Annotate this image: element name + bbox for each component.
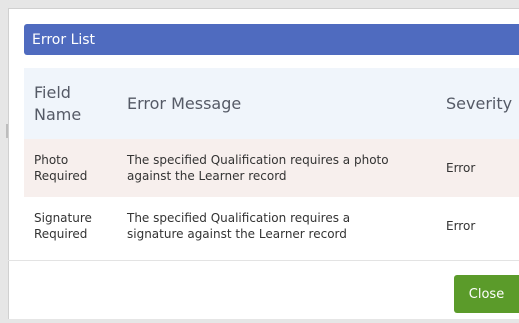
error-message-line1: The specified Qualification requires a (127, 211, 351, 225)
column-header-error-message: Error Message (127, 93, 242, 113)
backdrop-bottom (8, 319, 519, 323)
error-message-cell: The specified Qualification requires a s… (118, 210, 435, 242)
severity-cell: Error (446, 161, 476, 175)
field-name-line1: Signature (34, 211, 92, 225)
backdrop-left (0, 0, 8, 323)
error-message-line2: signature against the Learner record (127, 227, 347, 241)
table-row: Photo Required The specified Qualificati… (24, 139, 519, 197)
close-button[interactable]: Close (454, 275, 519, 313)
table-header-row: Field Name Error Message Severity (24, 68, 519, 139)
field-name-line2: Required (34, 227, 88, 241)
column-header-field-name-line2: Name (34, 104, 82, 124)
column-header-field-name-line1: Field (34, 82, 71, 102)
dialog-title: Error List (32, 31, 96, 48)
backdrop (0, 0, 519, 8)
error-message-line2: against the Learner record (127, 169, 287, 183)
error-table: Field Name Error Message Severity Photo … (24, 68, 519, 255)
dialog-footer-divider (8, 260, 519, 261)
table-row: Signature Required The specified Qualifi… (24, 197, 519, 255)
field-name-cell: Photo Required (24, 152, 118, 184)
error-message-cell: The specified Qualification requires a p… (118, 152, 435, 184)
field-name-line1: Photo (34, 153, 69, 167)
column-header-severity: Severity (446, 93, 513, 113)
severity-cell: Error (446, 219, 476, 233)
field-name-cell: Signature Required (24, 210, 118, 242)
field-name-line2: Required (34, 169, 88, 183)
column-header-field-name: Field Name (24, 82, 118, 126)
error-message-line1: The specified Qualification requires a p… (127, 153, 389, 167)
dialog-header: Error List (24, 24, 519, 55)
